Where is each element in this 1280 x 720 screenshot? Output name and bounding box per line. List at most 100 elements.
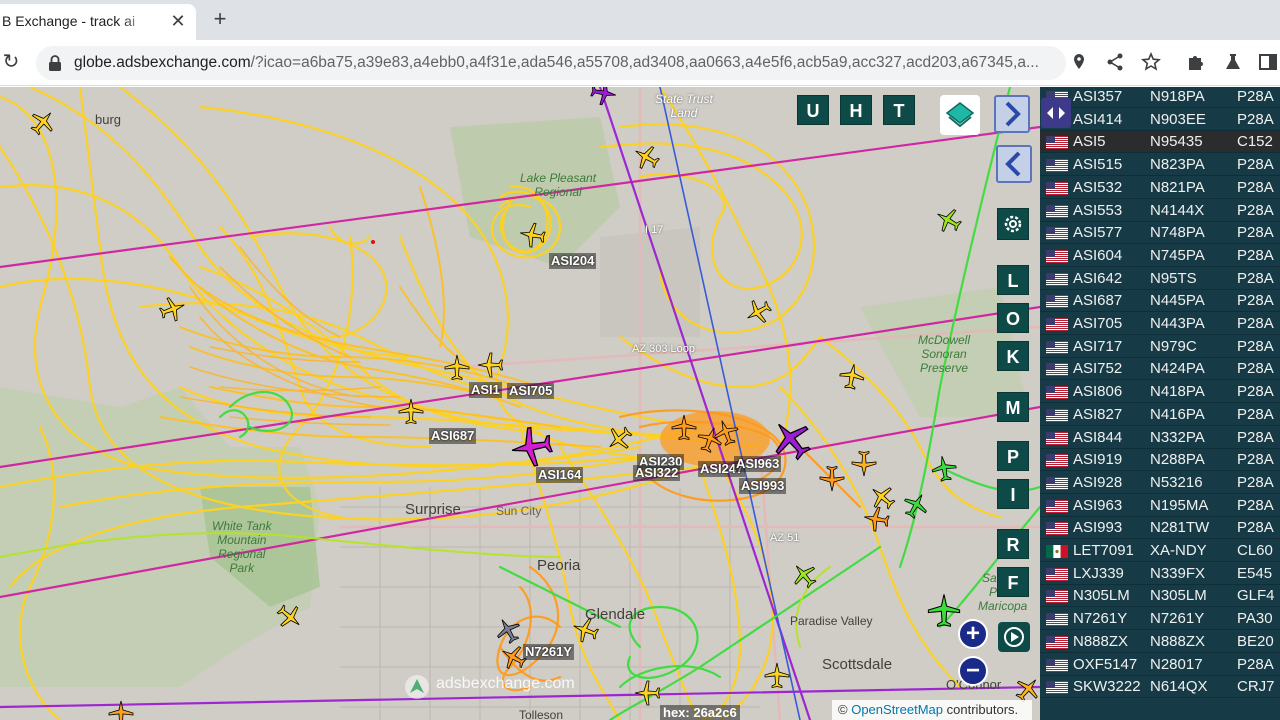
aircraft-icon[interactable] — [601, 421, 637, 457]
aircraft-list-row[interactable]: ASI515 N823PA P28A — [1040, 154, 1280, 177]
aircraft-label[interactable]: ASI204 — [549, 253, 597, 269]
toggle-h-button[interactable]: H — [840, 95, 872, 125]
new-tab-button[interactable]: + — [207, 6, 233, 32]
replay-button[interactable] — [998, 622, 1030, 652]
aircraft-icon[interactable] — [507, 423, 555, 471]
aircraft-list-row[interactable]: LET7091 XA-NDY CL60 — [1040, 540, 1280, 562]
aircraft-icon[interactable] — [634, 680, 660, 706]
toggle-m-button[interactable]: M — [997, 392, 1029, 422]
aircraft-icon[interactable] — [898, 488, 933, 523]
share-icon[interactable] — [1104, 51, 1126, 73]
aircraft-list-row[interactable]: ASI993 N281TW P28A — [1040, 517, 1280, 540]
toggle-l-button[interactable]: L — [997, 265, 1029, 295]
aircraft-list-row[interactable]: ASI752 N424PA P28A — [1040, 358, 1280, 381]
browser-tab[interactable]: B Exchange - track ai ✕ — [0, 4, 196, 40]
aircraft-list-row[interactable]: ASI553 N4144X P28A — [1040, 200, 1280, 222]
forward-nav-button[interactable] — [994, 95, 1030, 133]
aircraft-list-row[interactable]: ASI844 N332PA P28A — [1040, 427, 1280, 449]
aircraft-icon[interactable] — [671, 414, 697, 440]
aircraft-icon[interactable] — [569, 614, 602, 647]
aircraft-list-row[interactable]: ASI928 N53216 P28A — [1040, 472, 1280, 494]
aircraft-label[interactable]: ASI993 — [739, 478, 787, 494]
side-panel-icon[interactable] — [1257, 51, 1279, 73]
back-nav-button[interactable] — [996, 145, 1032, 183]
aircraft-label[interactable]: ASI164 — [536, 467, 584, 483]
aircraft-label[interactable]: ASI322 — [633, 465, 681, 481]
panel-resize-button[interactable] — [1041, 98, 1071, 128]
map-layers-button[interactable] — [940, 95, 980, 135]
type-cell: P28A — [1237, 451, 1274, 469]
toggle-t-button[interactable]: T — [883, 95, 915, 125]
reload-icon[interactable]: ↻ — [0, 51, 22, 73]
aircraft-icon[interactable] — [741, 294, 776, 329]
aircraft-list-row[interactable]: ASI357 N918PA P28A — [1040, 87, 1280, 108]
address-bar[interactable]: globe.adsbexchange.com/?icao=a6ba75,a39e… — [36, 46, 1066, 80]
aircraft-icon[interactable] — [927, 593, 961, 627]
aircraft-icon[interactable] — [156, 293, 189, 326]
aircraft-icon[interactable] — [589, 87, 619, 108]
close-tab-icon[interactable]: ✕ — [168, 11, 188, 31]
aircraft-list-row[interactable]: ASI577 N748PA P28A — [1040, 222, 1280, 245]
aircraft-list-row[interactable]: ASI687 N445PA P28A — [1040, 290, 1280, 313]
toggle-p-button[interactable]: P — [997, 441, 1029, 471]
aircraft-list-row[interactable]: N7261Y N7261Y PA30 — [1040, 608, 1280, 631]
aircraft-icon[interactable] — [929, 453, 959, 483]
aircraft-list-row[interactable]: ASI827 N416PA P28A — [1040, 404, 1280, 426]
aircraft-label[interactable]: ASI1 — [469, 382, 502, 398]
aircraft-icon[interactable] — [786, 557, 822, 593]
openstreetmap-link[interactable]: OpenStreetMap — [851, 702, 943, 717]
lab-flask-icon[interactable] — [1222, 51, 1244, 73]
aircraft-icon[interactable] — [517, 220, 547, 250]
aircraft-list-row[interactable]: ASI642 N95TS P28A — [1040, 268, 1280, 290]
aircraft-icon[interactable] — [861, 504, 891, 534]
aircraft-icon[interactable] — [819, 466, 845, 492]
extensions-puzzle-icon[interactable] — [1185, 51, 1207, 73]
aircraft-icon[interactable] — [837, 361, 867, 391]
zoom-out-button[interactable]: − — [958, 656, 988, 686]
aircraft-list-row[interactable]: ASI919 N288PA P28A — [1040, 449, 1280, 472]
aircraft-list-row[interactable]: ASI414 N903EE P28A — [1040, 109, 1280, 131]
map-view[interactable]: Surprise Sun City Peoria Glendale Scotts… — [0, 87, 1040, 720]
toggle-u-button[interactable]: U — [797, 95, 829, 125]
location-pin-icon[interactable] — [1068, 51, 1090, 73]
aircraft-icon[interactable] — [764, 662, 790, 688]
aircraft-label[interactable]: ASI687 — [429, 428, 477, 444]
toggle-o-button[interactable]: O — [997, 303, 1029, 333]
aircraft-list-row[interactable]: ASI5 N95435 C152 — [1040, 131, 1280, 154]
aircraft-icon[interactable] — [864, 479, 900, 515]
bookmark-star-icon[interactable] — [1140, 51, 1162, 73]
aircraft-list-row[interactable]: ASI963 N195MA P28A — [1040, 495, 1280, 517]
aircraft-list-row[interactable]: ASI705 N443PA P28A — [1040, 313, 1280, 335]
aircraft-list-row[interactable]: OXF5147 N28017 P28A — [1040, 654, 1280, 676]
aircraft-icon[interactable] — [272, 599, 308, 635]
aircraft-list-row[interactable]: LXJ339 N339FX E545 — [1040, 563, 1280, 585]
toggle-i-button[interactable]: I — [997, 479, 1029, 509]
aircraft-icon[interactable] — [444, 354, 470, 380]
aircraft-icon[interactable] — [25, 104, 61, 140]
aircraft-icon[interactable] — [477, 352, 503, 378]
aircraft-list-row[interactable]: ASI806 N418PA P28A — [1040, 381, 1280, 404]
aircraft-icon[interactable] — [108, 700, 134, 720]
aircraft-icon[interactable] — [398, 398, 424, 424]
aircraft-list-row[interactable]: SKW3222 N614QX CRJ7 — [1040, 676, 1280, 699]
aircraft-list-row[interactable]: N305LM N305LM GLF4 — [1040, 585, 1280, 608]
toggle-r-button[interactable]: R — [997, 529, 1029, 559]
settings-button[interactable] — [997, 208, 1029, 240]
aircraft-icon[interactable] — [629, 140, 664, 175]
zoom-in-button[interactable]: + — [958, 619, 988, 649]
aircraft-icon[interactable] — [851, 451, 877, 477]
aircraft-list-row[interactable]: ASI532 N821PA P28A — [1040, 177, 1280, 199]
aircraft-icon[interactable] — [491, 613, 526, 648]
aircraft-label[interactable]: N7261Y — [523, 644, 574, 660]
aircraft-label[interactable]: ASI963 — [734, 456, 782, 472]
aircraft-list-row[interactable]: ASI604 N745PA P28A — [1040, 245, 1280, 267]
aircraft-icon[interactable] — [931, 203, 966, 238]
aircraft-icon[interactable] — [693, 423, 726, 456]
aircraft-list-row[interactable]: ASI717 N979C P28A — [1040, 336, 1280, 358]
hex-label[interactable]: hex: 26a2c6 — [660, 705, 740, 720]
toggle-f-button[interactable]: F — [997, 567, 1029, 597]
aircraft-icon[interactable] — [710, 416, 743, 449]
toggle-k-button[interactable]: K — [997, 341, 1029, 371]
aircraft-label[interactable]: ASI705 — [507, 383, 555, 399]
aircraft-list-row[interactable]: N888ZX N888ZX BE20 — [1040, 631, 1280, 653]
